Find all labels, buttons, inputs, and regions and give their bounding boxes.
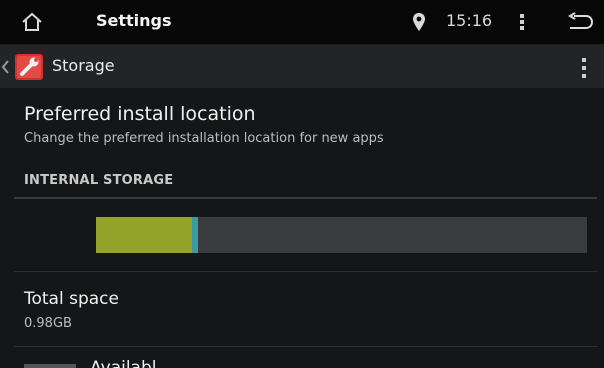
- clock-time: 15:16: [446, 11, 493, 30]
- action-bar: Storage: [0, 45, 604, 88]
- used-storage-segment: [96, 217, 192, 253]
- internal-storage-header: INTERNAL STORAGE: [24, 173, 174, 188]
- total-space-value: 0.98GB: [24, 316, 72, 331]
- up-caret-icon[interactable]: [1, 57, 9, 77]
- total-space-title: Total space: [24, 289, 119, 309]
- available-item: Availabl: [24, 352, 594, 368]
- home-icon[interactable]: [20, 10, 44, 34]
- page-title: Storage: [52, 56, 115, 75]
- divider: [14, 346, 597, 347]
- available-title: Availabl: [90, 358, 157, 368]
- status-bar-title: Settings: [96, 11, 172, 30]
- preferred-install-subtitle: Change the preferred installation locati…: [24, 131, 384, 146]
- status-bar: Settings 15:16: [0, 0, 604, 45]
- settings-app-icon[interactable]: [14, 54, 44, 80]
- back-icon[interactable]: [566, 12, 594, 32]
- available-color-swatch: [24, 364, 76, 368]
- section-divider: [14, 197, 597, 199]
- secondary-storage-segment: [192, 217, 198, 253]
- location-pin-icon: [413, 13, 425, 31]
- overflow-menu-icon[interactable]: [519, 12, 525, 32]
- divider: [14, 271, 597, 272]
- storage-usage-bar: [96, 217, 587, 253]
- preferred-install-title: Preferred install location: [24, 103, 256, 125]
- overflow-menu-icon[interactable]: [580, 57, 588, 79]
